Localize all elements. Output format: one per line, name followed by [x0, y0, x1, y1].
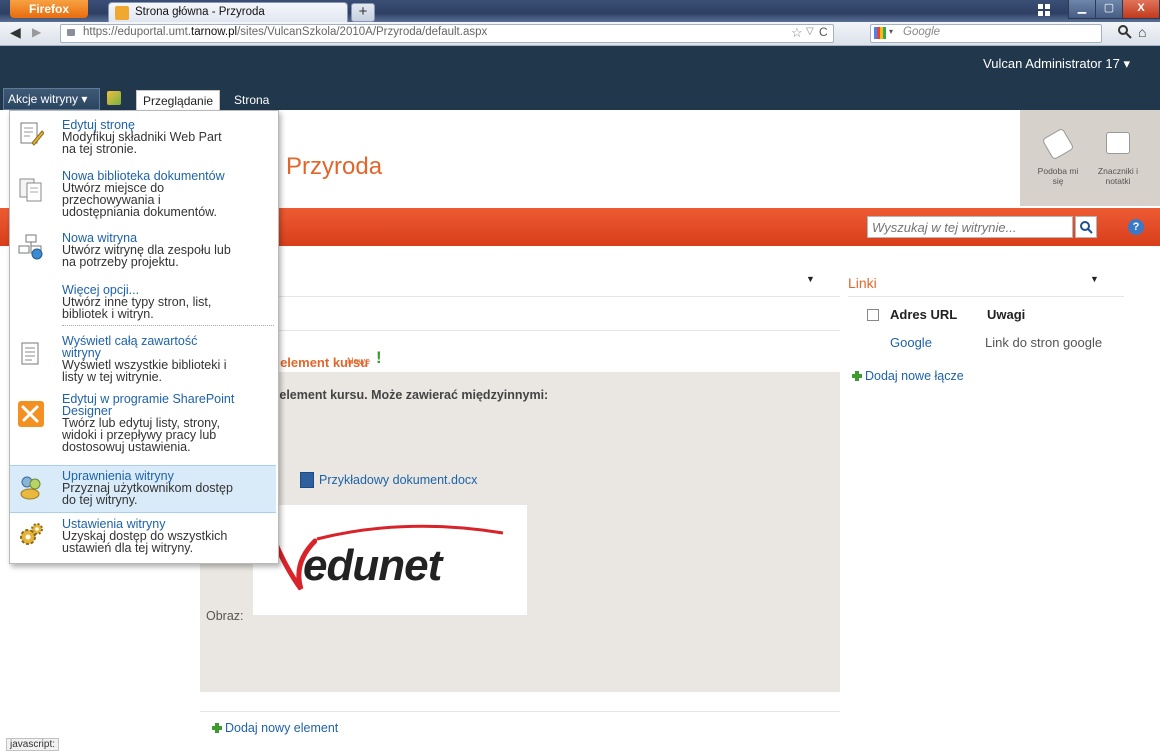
forward-icon[interactable]: ▶ — [32, 25, 41, 39]
tab-group-icon[interactable] — [1038, 4, 1050, 16]
logo-text: edunet — [303, 541, 442, 590]
close-button[interactable]: X — [1122, 0, 1160, 19]
webpart-menu-chevron-icon[interactable]: ▼ — [806, 274, 815, 284]
new-site-icon — [18, 234, 44, 260]
menu-item-desc-line: ustawień dla tej witryny. — [62, 541, 194, 555]
column-header-notes[interactable]: Uwagi — [987, 307, 1025, 322]
navigation-toolbar: ◀ ▶ https://eduportal.umt.tarnow.pl/site… — [0, 22, 1160, 46]
search-engine-dropdown-icon[interactable]: ▾ — [889, 27, 893, 36]
status-bar: javascript: — [6, 738, 60, 751]
menu-item-desc-line: listy w tej witrynie. — [62, 370, 163, 384]
links-title[interactable]: Linki — [848, 275, 877, 291]
menu-item-desc-line: bibliotek i witryn. — [62, 307, 154, 321]
menu-separator — [62, 325, 274, 326]
site-title[interactable]: Przyroda — [286, 153, 382, 181]
address-bar[interactable]: https://eduportal.umt.tarnow.pl/sites/Vu… — [60, 24, 834, 43]
menu-item-site-permissions[interactable]: Uprawnienia witryny Przyznaj użytkowniko… — [10, 465, 276, 513]
social-panel: Podoba mi się Znaczniki i notatki — [1020, 110, 1160, 206]
links-divider — [848, 296, 1124, 297]
back-icon[interactable]: ◀ — [10, 24, 21, 41]
item-description: vy element kursu. Może zawierać międzyin… — [262, 388, 549, 402]
main-divider-2 — [200, 330, 840, 331]
add-link-button[interactable]: Dodaj nowe łącze — [852, 369, 964, 383]
tags-notes-label[interactable]: Znaczniki i notatki — [1094, 166, 1142, 186]
lock-icon — [67, 29, 75, 36]
sharepoint-favicon-icon — [115, 6, 129, 20]
site-search-button[interactable] — [1075, 216, 1097, 238]
minimize-button[interactable]: ▁ — [1068, 0, 1096, 19]
search-icon[interactable] — [1118, 25, 1132, 39]
links-menu-chevron-icon[interactable]: ▼ — [1090, 274, 1099, 284]
site-search-input[interactable] — [870, 218, 1069, 236]
tab-page[interactable]: Strona — [228, 90, 275, 110]
menu-item-new-site[interactable]: Nowa witryna Utwórz witrynę dla zespołu … — [10, 230, 276, 272]
site-search-box — [867, 216, 1073, 238]
like-icon[interactable] — [1041, 127, 1075, 161]
menu-item-sharepoint-designer[interactable]: Edytuj w programie SharePoint Designer T… — [10, 391, 276, 463]
menu-item-edit-page[interactable]: Edytuj stronę Modyfikuj składniki Web Pa… — [10, 117, 276, 159]
site-actions-button[interactable]: Akcje witryny ▾ — [3, 88, 100, 110]
add-icon — [212, 723, 222, 733]
sharepoint-designer-icon — [18, 401, 44, 427]
edunet-logo-image: edunet — [253, 505, 527, 615]
google-icon[interactable] — [874, 27, 886, 39]
search-engine-name: Google — [903, 26, 941, 38]
history-dropdown-icon[interactable]: ▽ — [806, 26, 814, 37]
link-google[interactable]: Google — [890, 335, 932, 350]
site-actions-menu: Edytuj stronę Modyfikuj składniki Web Pa… — [9, 110, 279, 564]
menu-item-site-settings[interactable]: Ustawienia witryny Uzyskaj dostęp do wsz… — [10, 516, 276, 560]
view-content-icon — [18, 341, 44, 367]
url-text: https://eduportal.umt.tarnow.pl/sites/Vu… — [83, 26, 488, 38]
web-search-box[interactable]: ▾ Google — [870, 24, 1102, 43]
browser-tab[interactable]: Strona główna - Przyroda — [108, 2, 348, 23]
menu-item-desc-line: do tej witryny. — [62, 493, 138, 507]
menu-item-new-library[interactable]: Nowa biblioteka dokumentów Utwórz miejsc… — [10, 168, 276, 226]
column-header-url[interactable]: Adres URL — [890, 307, 957, 322]
user-menu[interactable]: Vulcan Administrator 17 ▾ — [983, 56, 1130, 72]
main-divider-top — [200, 296, 840, 297]
menu-item-desc-line: na potrzeby projektu. — [62, 255, 179, 269]
link-notes: Link do stron google — [985, 335, 1103, 350]
menu-item-desc-line: na tej stronie. — [62, 142, 138, 156]
document-link[interactable]: Przykładowy dokument.docx — [319, 473, 477, 487]
tab-browse[interactable]: Przeglądanie — [136, 90, 221, 111]
add-icon — [852, 371, 862, 381]
select-all-checkbox[interactable] — [867, 309, 879, 321]
new-mark-icon: ! — [376, 348, 382, 367]
new-tab-button[interactable]: + — [351, 3, 375, 22]
image-label: Obraz: — [206, 609, 244, 623]
maximize-button[interactable]: ▢ — [1095, 0, 1123, 19]
logo-stroke-icon — [316, 524, 504, 541]
help-icon[interactable]: ? — [1128, 219, 1144, 235]
new-badge: Nowe — [347, 356, 371, 366]
menu-item-desc-line: udostępniania dokumentów. — [62, 205, 217, 219]
menu-item-view-all-content[interactable]: Wyświetl całą zawartość witryny Wyświetl… — [10, 333, 276, 389]
bookmark-star-icon[interactable]: ☆ — [791, 25, 803, 41]
document-library-icon — [18, 176, 44, 202]
navigate-up-icon[interactable] — [107, 91, 121, 105]
reload-icon[interactable]: C — [819, 25, 828, 39]
site-settings-icon — [18, 522, 44, 548]
word-document-icon — [300, 472, 314, 488]
main-divider-bottom — [200, 711, 840, 712]
like-label[interactable]: Podoba mi się — [1034, 166, 1082, 186]
menu-item-desc-line: dostosowuj ustawienia. — [62, 440, 191, 454]
add-item-link[interactable]: Dodaj nowy element — [212, 721, 338, 735]
home-icon[interactable]: ⌂ — [1138, 24, 1146, 40]
menu-item-more-options[interactable]: Więcej opcji... Utwórz inne typy stron, … — [10, 282, 276, 322]
firefox-menu-button[interactable]: Firefox — [10, 0, 88, 18]
permissions-icon — [18, 474, 44, 500]
tab-title: Strona główna - Przyroda — [135, 6, 265, 18]
tags-notes-icon[interactable] — [1106, 132, 1130, 154]
edit-page-icon — [18, 121, 45, 147]
